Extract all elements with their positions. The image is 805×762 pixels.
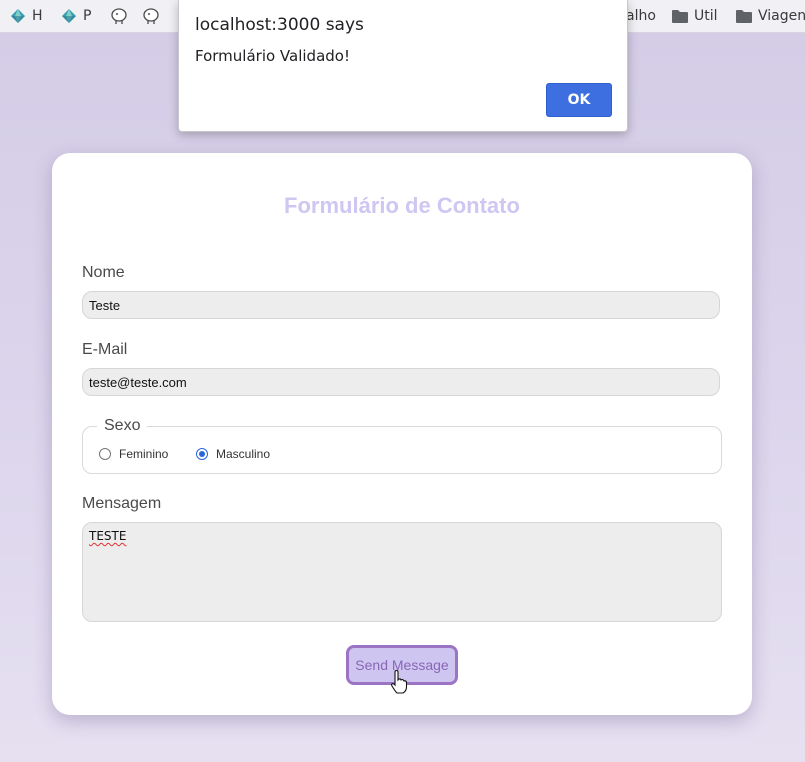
- email-label: E-Mail: [82, 341, 128, 358]
- hand-cursor-icon: [391, 670, 408, 694]
- bookmark-postgres-2[interactable]: [142, 6, 160, 26]
- bookmark-postgres-1[interactable]: [110, 6, 128, 26]
- postgres-elephant-icon: [143, 8, 159, 24]
- radio-label-masculino: Masculino: [216, 447, 271, 461]
- contact-form-card: Formulário de Contato Nome Teste E-Mail …: [52, 153, 752, 715]
- bookmark-partial[interactable]: alho: [626, 6, 656, 26]
- postgres-elephant-icon: [111, 8, 127, 24]
- dialog-message: Formulário Validado!: [195, 47, 350, 65]
- radio-feminino[interactable]: [99, 448, 111, 460]
- radio-option-masculino[interactable]: Masculino: [196, 447, 270, 461]
- folder-icon: [736, 10, 752, 23]
- bookmark-folder-util[interactable]: Util: [672, 6, 718, 26]
- name-label: Nome: [82, 264, 125, 281]
- message-label: Mensagem: [82, 495, 162, 512]
- alert-dialog: localhost:3000 says Formulário Validado!…: [178, 0, 628, 132]
- bookmark-label: alho: [626, 8, 656, 24]
- bookmark-label: Util: [694, 8, 718, 24]
- radio-option-feminino[interactable]: Feminino: [99, 447, 168, 461]
- dialog-title: localhost:3000 says: [195, 15, 364, 35]
- form-title: Formulário de Contato: [284, 193, 520, 218]
- gem-icon: [62, 9, 76, 23]
- bookmark-label: P: [83, 8, 92, 24]
- bookmark-h[interactable]: H: [10, 6, 43, 26]
- message-text: TESTE: [89, 529, 127, 543]
- radio-label-feminino: Feminino: [119, 447, 169, 461]
- folder-icon: [672, 10, 688, 23]
- sex-fieldset: Sexo Feminino Masculino: [82, 417, 722, 474]
- bookmark-p[interactable]: P: [61, 6, 91, 26]
- gem-icon: [11, 9, 25, 23]
- bookmark-folder-viagens[interactable]: Viagen: [736, 6, 805, 26]
- bookmark-label: H: [32, 8, 43, 24]
- email-field[interactable]: teste@teste.com: [82, 368, 720, 396]
- ok-button[interactable]: OK: [546, 83, 612, 117]
- name-field[interactable]: Teste: [82, 291, 720, 319]
- sex-legend: Sexo: [97, 417, 148, 435]
- radio-masculino[interactable]: [196, 448, 208, 460]
- bookmark-label: Viagen: [758, 8, 805, 24]
- message-textarea[interactable]: TESTE: [82, 522, 722, 622]
